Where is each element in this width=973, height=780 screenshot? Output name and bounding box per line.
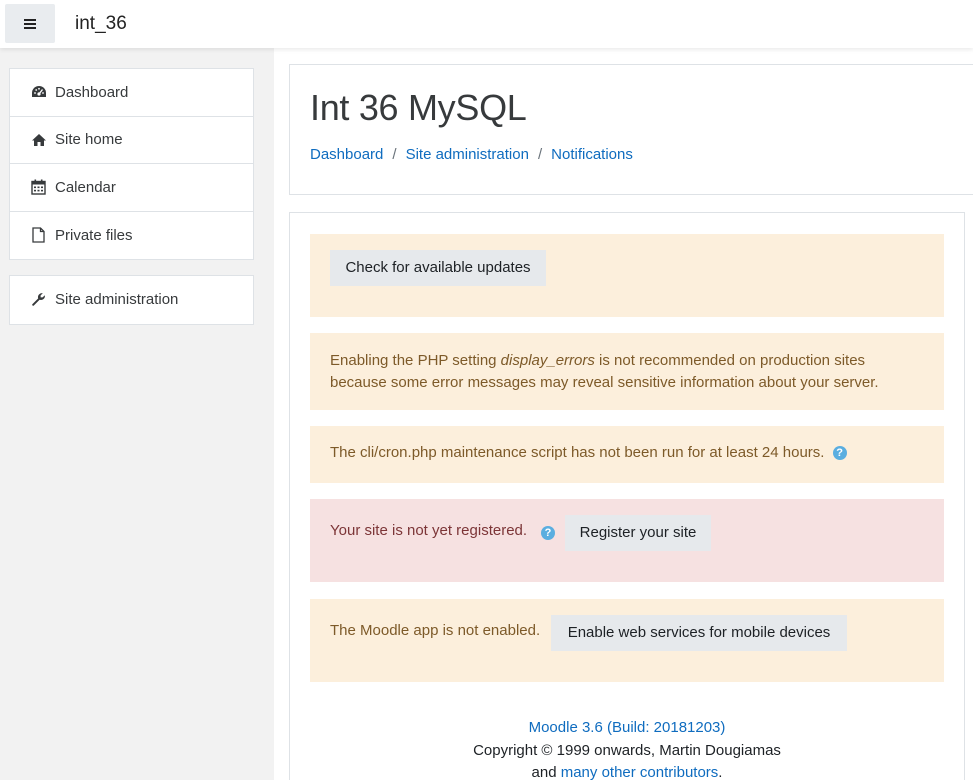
- registration-alert: Your site is not yet registered. ? Regis…: [310, 499, 944, 582]
- display-errors-setting: display_errors: [500, 352, 595, 369]
- page-header: Int 36 MySQL Dashboard / Site administra…: [289, 64, 973, 195]
- breadcrumb-dashboard-link[interactable]: Dashboard: [310, 146, 383, 163]
- dashboard-icon: [30, 84, 47, 100]
- nav-item-label: Calendar: [55, 178, 116, 196]
- copyright-text: Copyright © 1999 onwards, Martin Dougiam…: [473, 741, 781, 759]
- breadcrumb-separator: /: [392, 146, 397, 163]
- contributors-link[interactable]: many other contributors: [561, 764, 719, 780]
- nav-item-dashboard[interactable]: Dashboard: [10, 69, 253, 117]
- updates-alert: Check for available updates: [310, 234, 944, 317]
- nav-list: Dashboard Site home Calendar Private fil…: [9, 68, 254, 260]
- mobile-app-message: The Moodle app is not enabled.: [330, 622, 541, 639]
- site-name[interactable]: int_36: [75, 13, 127, 35]
- cron-message: The cli/cron.php maintenance script has …: [330, 444, 825, 461]
- page-title: Int 36 MySQL: [310, 87, 527, 128]
- nav-item-label: Private files: [55, 226, 133, 244]
- help-icon[interactable]: ?: [832, 446, 847, 461]
- footer-and-text: and: [531, 764, 561, 780]
- nav-item-label: Site home: [55, 131, 123, 149]
- admin-nav-list: Site administration: [9, 275, 254, 325]
- wrench-icon: [30, 292, 47, 308]
- display-errors-text-before: Enabling the PHP setting: [330, 352, 501, 369]
- main-region: Int 36 MySQL Dashboard / Site administra…: [274, 48, 973, 780]
- drawer-toggle-button[interactable]: [5, 4, 55, 43]
- nav-item-calendar[interactable]: Calendar: [10, 164, 253, 212]
- nav-drawer: Dashboard Site home Calendar Private fil…: [0, 48, 274, 780]
- display-errors-alert: Enabling the PHP setting display_errors …: [310, 333, 944, 410]
- enable-web-services-button[interactable]: Enable web services for mobile devices: [551, 615, 847, 651]
- nav-item-site-home[interactable]: Site home: [10, 117, 253, 164]
- breadcrumb-notifications-link[interactable]: Notifications: [551, 146, 633, 163]
- mobile-app-alert: The Moodle app is not enabled. Enable we…: [310, 599, 944, 682]
- breadcrumb-separator: /: [537, 146, 543, 163]
- nav-item-site-administration[interactable]: Site administration: [10, 276, 253, 324]
- cron-alert: The cli/cron.php maintenance script has …: [310, 426, 944, 483]
- home-icon: [30, 132, 47, 148]
- moodle-version-link[interactable]: Moodle 3.6 (Build: 20181203): [529, 719, 726, 736]
- register-site-button[interactable]: Register your site: [565, 515, 711, 551]
- page-footer: Moodle 3.6 (Build: 20181203) Copyright ©…: [290, 717, 964, 780]
- nav-item-label: Site administration: [55, 291, 179, 309]
- notifications-card: Check for available updates Enabling the…: [289, 212, 965, 780]
- help-icon[interactable]: ?: [541, 526, 555, 540]
- calendar-icon: [30, 179, 47, 195]
- breadcrumb: Dashboard / Site administration / Notifi…: [310, 146, 633, 163]
- check-updates-button[interactable]: Check for available updates: [330, 250, 546, 286]
- registration-message: Your site is not yet registered.: [330, 522, 528, 539]
- hamburger-icon: [24, 18, 36, 29]
- footer-period: .: [718, 764, 723, 780]
- nav-item-private-files[interactable]: Private files: [10, 212, 253, 260]
- file-icon: [30, 227, 47, 243]
- breadcrumb-site-administration-link[interactable]: Site administration: [406, 146, 529, 163]
- nav-item-label: Dashboard: [55, 83, 129, 101]
- top-navbar: int_36: [0, 0, 973, 48]
